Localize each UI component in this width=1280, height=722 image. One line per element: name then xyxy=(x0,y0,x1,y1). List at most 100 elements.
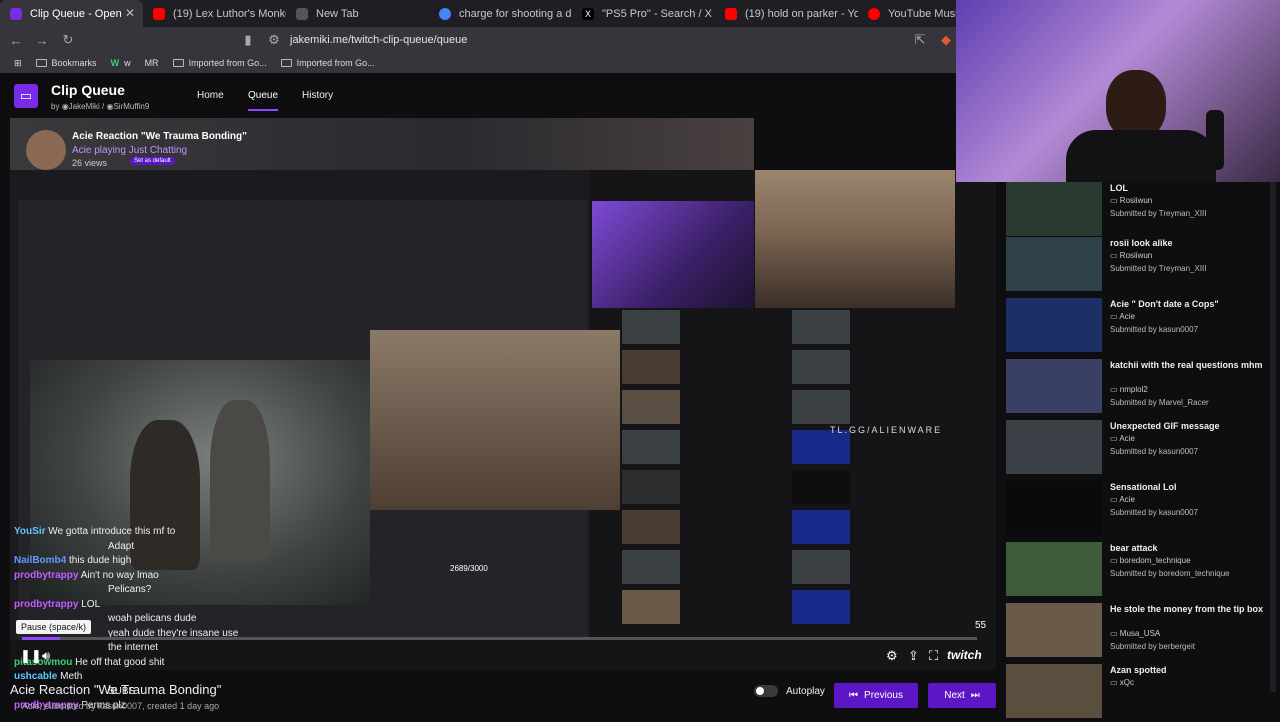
autoplay-toggle[interactable] xyxy=(754,685,778,697)
w-icon: W xyxy=(110,58,120,68)
clip-queue-favicon-icon xyxy=(10,7,22,20)
chat-text: He off that good shit xyxy=(75,656,165,668)
share-icon[interactable]: ⇪ xyxy=(908,648,919,664)
video-progress-bar[interactable] xyxy=(22,637,977,640)
chat-username[interactable]: NailBomb4 xyxy=(14,555,66,566)
tab-youtube-2[interactable]: (19) hold on parker - YouTube xyxy=(715,0,858,27)
tab-google-search[interactable]: charge for shooting a dead ga xyxy=(429,0,572,27)
avatar xyxy=(26,130,66,170)
bookmark-imported-2[interactable]: Imported from Go... xyxy=(280,58,375,68)
twitch-logo[interactable]: twitch xyxy=(947,648,982,662)
volume-icon[interactable]: 🔊︎ xyxy=(42,648,50,664)
queue-item-streamer: ▭ Acie xyxy=(1110,312,1135,321)
streamer-link[interactable]: Acie xyxy=(72,145,91,156)
reload-icon[interactable]: ↻ xyxy=(58,32,78,48)
queue-item[interactable]: Acie " Don't date a Cops" ▭ Acie Submitted… xyxy=(1006,298,1274,356)
tab-clip-queue[interactable]: Clip Queue - Open ✕ xyxy=(0,0,143,27)
apps-icon[interactable]: ⊞ xyxy=(14,58,22,69)
thumbnail[interactable] xyxy=(1006,298,1102,352)
back-icon[interactable]: ← xyxy=(6,33,26,48)
tab-new-tab[interactable]: New Tab xyxy=(286,0,429,27)
tab-youtube-music[interactable]: YouTube Music xyxy=(858,0,956,27)
thumbnail[interactable] xyxy=(1006,664,1102,718)
thumbnail xyxy=(792,590,850,624)
close-icon[interactable]: ✕ xyxy=(125,6,135,20)
thumbnail[interactable] xyxy=(1006,182,1102,236)
tab-x-search[interactable]: X "PS5 Pro" - Search / X xyxy=(572,0,715,27)
queue-item[interactable]: Azan spotted ▭ xQc xyxy=(1006,664,1274,722)
queue-item-title: Unexpected GIF message xyxy=(1110,421,1220,431)
chat-username[interactable]: prodbytrappy xyxy=(14,570,78,581)
bookmark-w[interactable]: Ww xyxy=(111,58,131,68)
chat-username[interactable]: prodbytrappy xyxy=(14,599,78,610)
fullscreen-icon[interactable]: ⛶ xyxy=(929,648,938,664)
site-header: ▭ Clip Queue by ◉JakeMiki / ◉SirMuffin9 … xyxy=(0,76,956,118)
site-authors: by ◉JakeMiki / ◉SirMuffin9 xyxy=(51,102,150,111)
thumbnail[interactable] xyxy=(1006,481,1102,535)
queue-item[interactable]: Sensational Lol ▭ Acie Submitted by kasun0… xyxy=(1006,481,1274,539)
queue-item[interactable]: He stole the money from the tip box ▭ Mus… xyxy=(1006,603,1274,661)
pause-icon[interactable]: ❚❚ xyxy=(20,648,42,664)
bookmark-icon[interactable]: ▮ xyxy=(238,32,258,48)
forward-icon[interactable]: → xyxy=(32,33,52,48)
site-info-icon[interactable]: ⚙ xyxy=(264,32,284,48)
queue-item-submitter: Submitted by Treyman_XIII xyxy=(1110,264,1207,273)
thumbnail xyxy=(792,390,850,424)
bookmark-label: MR xyxy=(144,58,159,68)
bookmark-mr[interactable]: MR xyxy=(145,58,159,68)
twitch-icon: ▭ xyxy=(1110,629,1118,638)
share-icon[interactable]: ⇱ xyxy=(910,32,930,48)
thumbnail[interactable] xyxy=(1006,542,1102,596)
clip-footer-meta: Acie, submitted by kasun0007, created 1 … xyxy=(22,701,220,711)
list-item xyxy=(622,350,782,387)
tab-youtube-1[interactable]: (19) Lex Luthor's Monkey Bots xyxy=(143,0,286,27)
chat-username[interactable]: ushcable xyxy=(14,671,57,682)
bookmark-imported-1[interactable]: Imported from Go... xyxy=(172,58,267,68)
nested-queue-list xyxy=(792,310,992,630)
previous-button[interactable]: ⏮ Previous xyxy=(834,683,918,708)
extension-icon[interactable]: ◆ xyxy=(936,32,956,48)
thumbnail[interactable] xyxy=(1006,420,1102,474)
queue-item-streamer: ▭ Acie xyxy=(1110,495,1135,504)
list-item xyxy=(792,590,992,627)
queue-item[interactable]: rosii look alike ▭ Rosiiwun Submitted by T… xyxy=(1006,237,1274,295)
queue-item-streamer: ▭ Musa_USA xyxy=(1110,629,1160,638)
chat-username[interactable]: YouSir xyxy=(14,526,45,537)
queue-item-submitter: Submitted by kasun0007 xyxy=(1110,508,1199,517)
tab-label: (19) Lex Luthor's Monkey Bots xyxy=(173,7,286,20)
author-link[interactable]: SirMuffin9 xyxy=(113,102,149,111)
nav-history[interactable]: History xyxy=(302,90,333,101)
chat-message: YouSir We gotta introduce this mf to xyxy=(14,525,314,540)
streamer-name: Acie xyxy=(1119,312,1135,321)
list-item xyxy=(792,390,992,427)
github-icon: ◉ xyxy=(61,102,69,111)
thumbnail xyxy=(792,310,850,344)
next-button[interactable]: Next ⏭ xyxy=(928,683,996,708)
list-item xyxy=(622,550,782,587)
thumbnail xyxy=(792,350,850,384)
author-link[interactable]: JakeMiki xyxy=(69,102,100,111)
thumbnail[interactable] xyxy=(1006,359,1102,413)
streamer-name: nmplol2 xyxy=(1119,385,1148,394)
youtube-icon xyxy=(153,7,165,20)
settings-icon[interactable]: ⚙ xyxy=(886,648,898,664)
queue-item[interactable]: Unexpected GIF message ▭ Acie Submitted by… xyxy=(1006,420,1274,478)
queue-item[interactable]: katchii with the real questions mhm ▭ nmp… xyxy=(1006,359,1274,417)
nav-home[interactable]: Home xyxy=(197,90,224,101)
clip-queue-logo-icon[interactable]: ▭ xyxy=(14,84,38,108)
queue-item[interactable]: bear attack ▭ boredom_technique Submitted … xyxy=(1006,542,1274,600)
nav-queue[interactable]: Queue xyxy=(248,90,279,111)
queue-item-title: He stole the money from the tip box xyxy=(1110,604,1264,614)
thumbnail xyxy=(792,550,850,584)
clip-info-bar: Acie Reaction "We Trauma Bonding" Acie p… xyxy=(10,118,754,170)
queue-item[interactable]: LOL ▭ Rosiiwun Submitted by Treyman_XIII xyxy=(1006,182,1274,240)
thumbnail xyxy=(622,390,680,424)
thumbnail[interactable] xyxy=(1006,603,1102,657)
queue-item-title: Sensational Lol xyxy=(1110,482,1177,492)
bookmark-bookmarks[interactable]: Bookmarks xyxy=(35,58,97,68)
list-item xyxy=(622,310,782,347)
chat-text: this dude high xyxy=(69,555,132,566)
scrollbar[interactable] xyxy=(1270,182,1276,692)
url-field[interactable]: jakemiki.me/twitch-clip-queue/queue xyxy=(290,34,467,46)
thumbnail[interactable] xyxy=(1006,237,1102,291)
